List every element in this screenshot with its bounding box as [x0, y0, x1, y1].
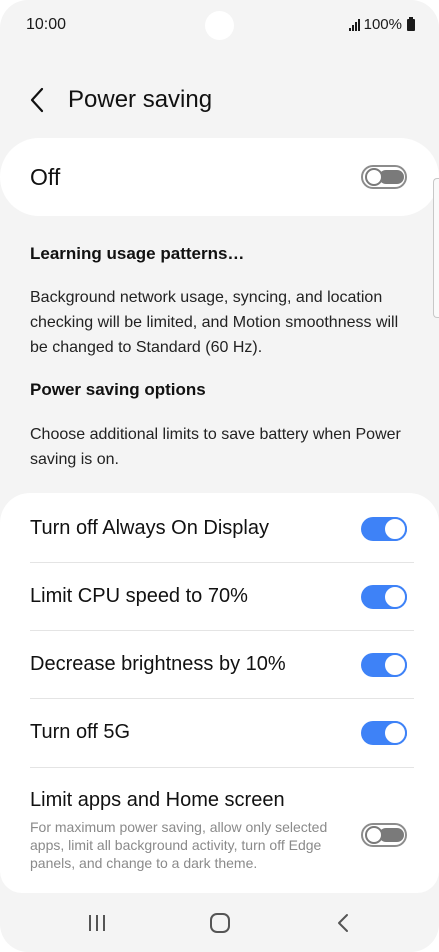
limit-apps-toggle[interactable] [361, 823, 407, 847]
scrollbar[interactable] [433, 178, 439, 318]
recent-apps-icon[interactable] [82, 911, 112, 935]
always-on-display-toggle[interactable] [361, 517, 407, 541]
toggle-knob [383, 653, 407, 677]
status-bar: 10:00 100% [0, 0, 439, 52]
home-icon[interactable] [205, 911, 235, 935]
toggle-knob [383, 517, 407, 541]
option-row-cpu-speed[interactable]: Limit CPU speed to 70% [0, 563, 439, 631]
option-label: Limit apps and Home screen [30, 789, 285, 811]
camera-cutout [205, 11, 234, 40]
option-label: Decrease brightness by 10% [30, 653, 286, 675]
status-indicators: 100% [348, 16, 415, 33]
master-switch-card[interactable]: Off [0, 138, 439, 216]
cpu-speed-toggle[interactable] [361, 585, 407, 609]
back-icon[interactable] [328, 911, 358, 935]
option-label: Turn off 5G [30, 721, 131, 743]
5g-toggle[interactable] [361, 721, 407, 745]
power-saving-options-card: Turn off Always On Display Limit CPU spe… [0, 493, 439, 893]
toggle-knob [365, 826, 383, 844]
signal-icon [348, 18, 360, 31]
option-label: Turn off Always On Display [30, 517, 269, 539]
toggle-knob [383, 721, 407, 745]
option-label: Limit CPU speed to 70% [30, 585, 248, 607]
brightness-toggle[interactable] [361, 653, 407, 677]
learning-description: Background network usage, syncing, and l… [30, 289, 399, 356]
toggle-knob [365, 168, 383, 186]
navigation-bar [0, 895, 439, 952]
options-description: Choose additional limits to save battery… [30, 426, 401, 468]
phone-screen: 10:00 100% Power saving Off Learning usa… [0, 0, 439, 952]
chevron-left-icon[interactable] [24, 86, 52, 114]
option-description: For maximum power saving, allow only sel… [30, 819, 328, 871]
option-row-5g[interactable]: Turn off 5G [0, 699, 439, 767]
toggle-knob [383, 585, 407, 609]
option-row-limit-apps[interactable]: Limit apps and Home screen For maximum p… [0, 767, 439, 893]
battery-icon [407, 16, 415, 31]
master-switch-label: Off [30, 164, 61, 190]
options-heading: Power saving options [30, 380, 206, 399]
battery-percentage: 100% [363, 16, 402, 33]
option-row-brightness[interactable]: Decrease brightness by 10% [0, 631, 439, 699]
page-title: Power saving [68, 86, 213, 113]
option-row-always-on-display[interactable]: Turn off Always On Display [0, 495, 439, 563]
app-header: Power saving [0, 78, 439, 122]
status-time: 10:00 [26, 16, 67, 33]
learning-heading: Learning usage patterns… [30, 244, 245, 263]
master-toggle-switch[interactable] [361, 165, 407, 189]
